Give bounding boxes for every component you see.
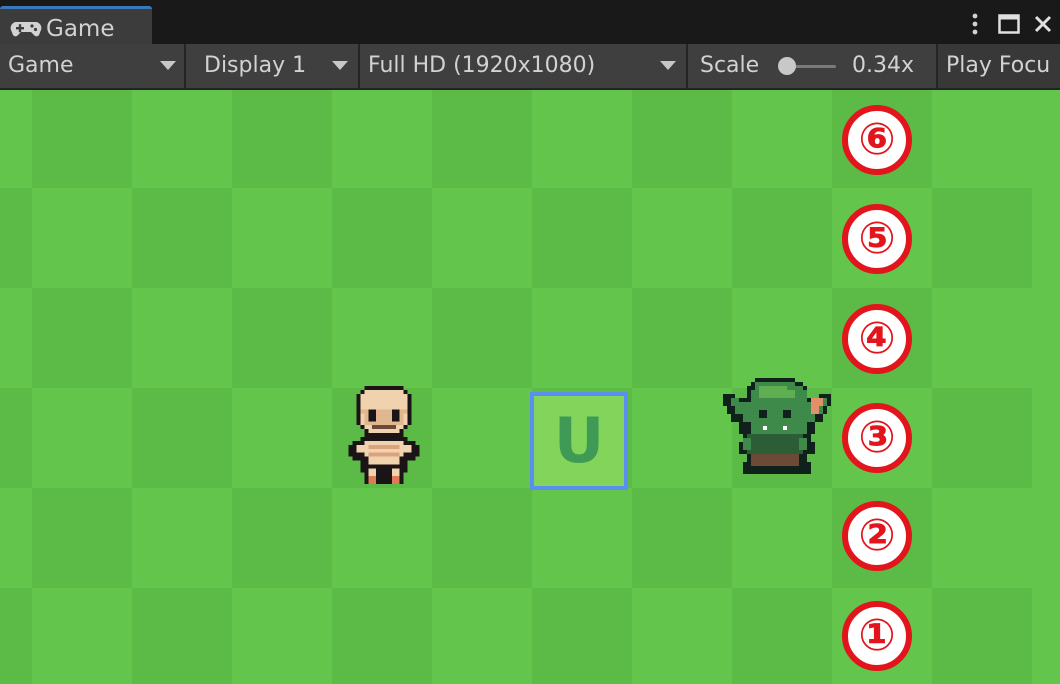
- gamepad-icon: [10, 22, 42, 37]
- chevron-down-icon: [160, 61, 176, 70]
- row-marker-1: ①: [842, 601, 912, 671]
- maximize-button[interactable]: [992, 8, 1026, 40]
- window-controls: [958, 8, 1060, 40]
- scale-control: Scale 0.34x: [688, 44, 938, 88]
- close-icon: [1034, 15, 1052, 33]
- selected-tile[interactable]: U: [530, 392, 628, 490]
- game-window: Game Game Display 1 Full HD (1920x1080) …: [0, 0, 1060, 684]
- maximize-icon: [998, 14, 1020, 34]
- view-mode-label: Game: [8, 53, 74, 78]
- chevron-down-icon: [332, 61, 348, 70]
- title-bar: Game: [0, 0, 1060, 44]
- row-marker-2: ②: [842, 501, 912, 571]
- scale-value: 0.34x: [852, 53, 915, 78]
- tab-game[interactable]: Game: [0, 6, 152, 44]
- scale-slider-handle[interactable]: [778, 57, 796, 75]
- play-focus-label: Play Focu: [946, 53, 1051, 78]
- resolution-dropdown[interactable]: Full HD (1920x1080): [360, 44, 688, 88]
- view-mode-dropdown[interactable]: Game: [0, 44, 186, 88]
- more-options-button[interactable]: [958, 8, 992, 40]
- more-icon: [972, 13, 978, 35]
- row-marker-6: ⑥: [842, 105, 912, 175]
- row-marker-5: ⑤: [842, 204, 912, 274]
- game-toolbar: Game Display 1 Full HD (1920x1080) Scale…: [0, 44, 1060, 90]
- game-viewport[interactable]: U ⑥ ⑤ ④ ③ ② ①: [0, 90, 1060, 684]
- scale-label: Scale: [700, 53, 760, 78]
- tile-letter: U: [553, 404, 605, 477]
- display-label: Display 1: [204, 53, 307, 78]
- row-marker-4: ④: [842, 304, 912, 374]
- chevron-down-icon: [660, 61, 676, 70]
- row-marker-3: ③: [842, 403, 912, 473]
- resolution-label: Full HD (1920x1080): [368, 53, 596, 78]
- close-button[interactable]: [1026, 8, 1060, 40]
- play-focus-dropdown[interactable]: Play Focu: [940, 44, 1060, 88]
- display-dropdown[interactable]: Display 1: [186, 44, 360, 88]
- skeleton-sprite[interactable]: [344, 386, 424, 488]
- goblin-sprite[interactable]: [722, 378, 836, 482]
- tab-label: Game: [46, 16, 115, 42]
